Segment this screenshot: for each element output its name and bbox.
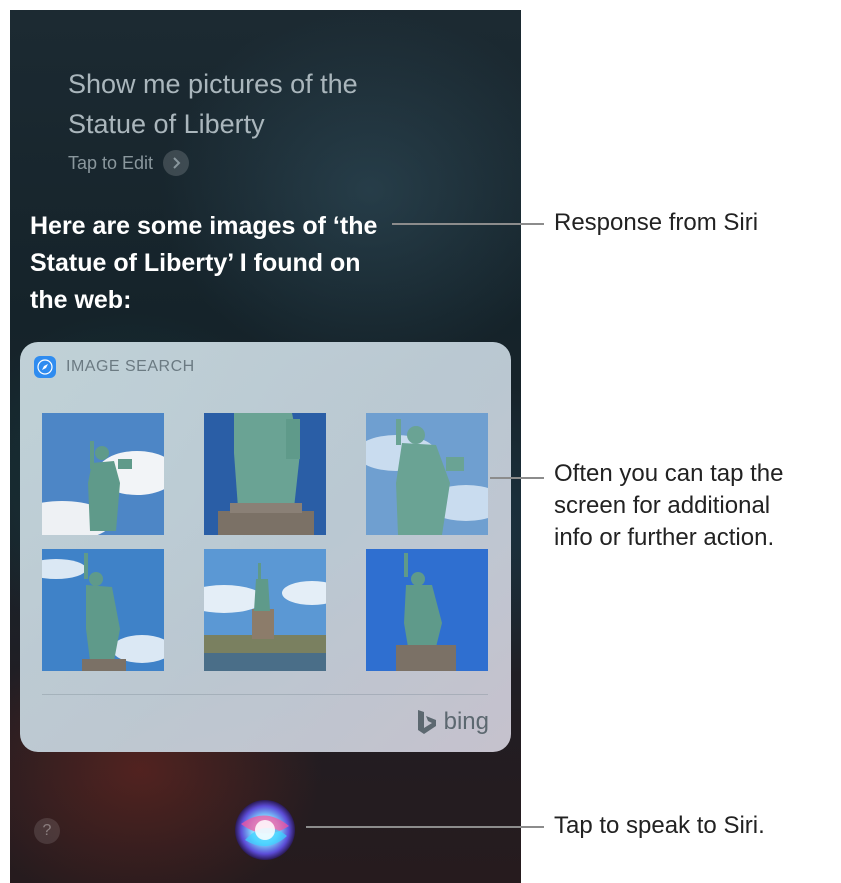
siri-orb-icon [235,800,295,860]
image-thumbnail-4[interactable] [42,549,164,671]
callout-speak: Tap to speak to Siri. [554,812,765,839]
tap-to-edit-button[interactable]: Tap to Edit [68,150,190,176]
callout-tap-screen-line-3: info or further action. [554,524,775,551]
card-title: IMAGE SEARCH [66,358,195,375]
callout-response: Response from Siri [554,209,759,236]
image-thumbnail-5[interactable] [204,549,326,671]
siri-query-text: Show me pictures of the Statue of Libert… [68,69,358,139]
callout-line-speak [306,826,544,828]
image-thumbnail-3[interactable] [366,413,488,535]
image-thumbnail-2[interactable] [204,413,326,535]
image-search-card[interactable]: IMAGE SEARCH bing [20,342,511,752]
callout-tap-screen-line-1: Often you can tap the [554,460,784,487]
tap-to-edit-label: Tap to Edit [68,152,154,173]
bing-logo-icon [417,710,436,734]
image-thumbnail-1[interactable] [42,413,164,535]
card-divider [42,694,488,695]
safari-compass-icon [34,356,56,378]
bing-label: bing [443,708,489,735]
image-thumbnail-6[interactable] [366,549,488,671]
card-header: IMAGE SEARCH [34,356,195,378]
question-mark-icon: ? [42,822,52,839]
callout-line-tap-screen [490,477,544,479]
help-button[interactable]: ? [34,818,60,844]
chevron-right-icon [163,150,190,176]
callout-tap-screen-line-2: screen for additional [554,492,771,519]
siri-orb-button[interactable] [231,796,299,864]
siri-response-text: Here are some images of ‘the Statue of L… [30,212,378,314]
callout-tap-screen: Often you can tap the screen for additio… [554,458,784,554]
callout-line-response [392,223,544,225]
bing-attribution: bing [416,708,489,736]
siri-screen[interactable]: Show me pictures of the Statue of Libert… [10,10,521,883]
